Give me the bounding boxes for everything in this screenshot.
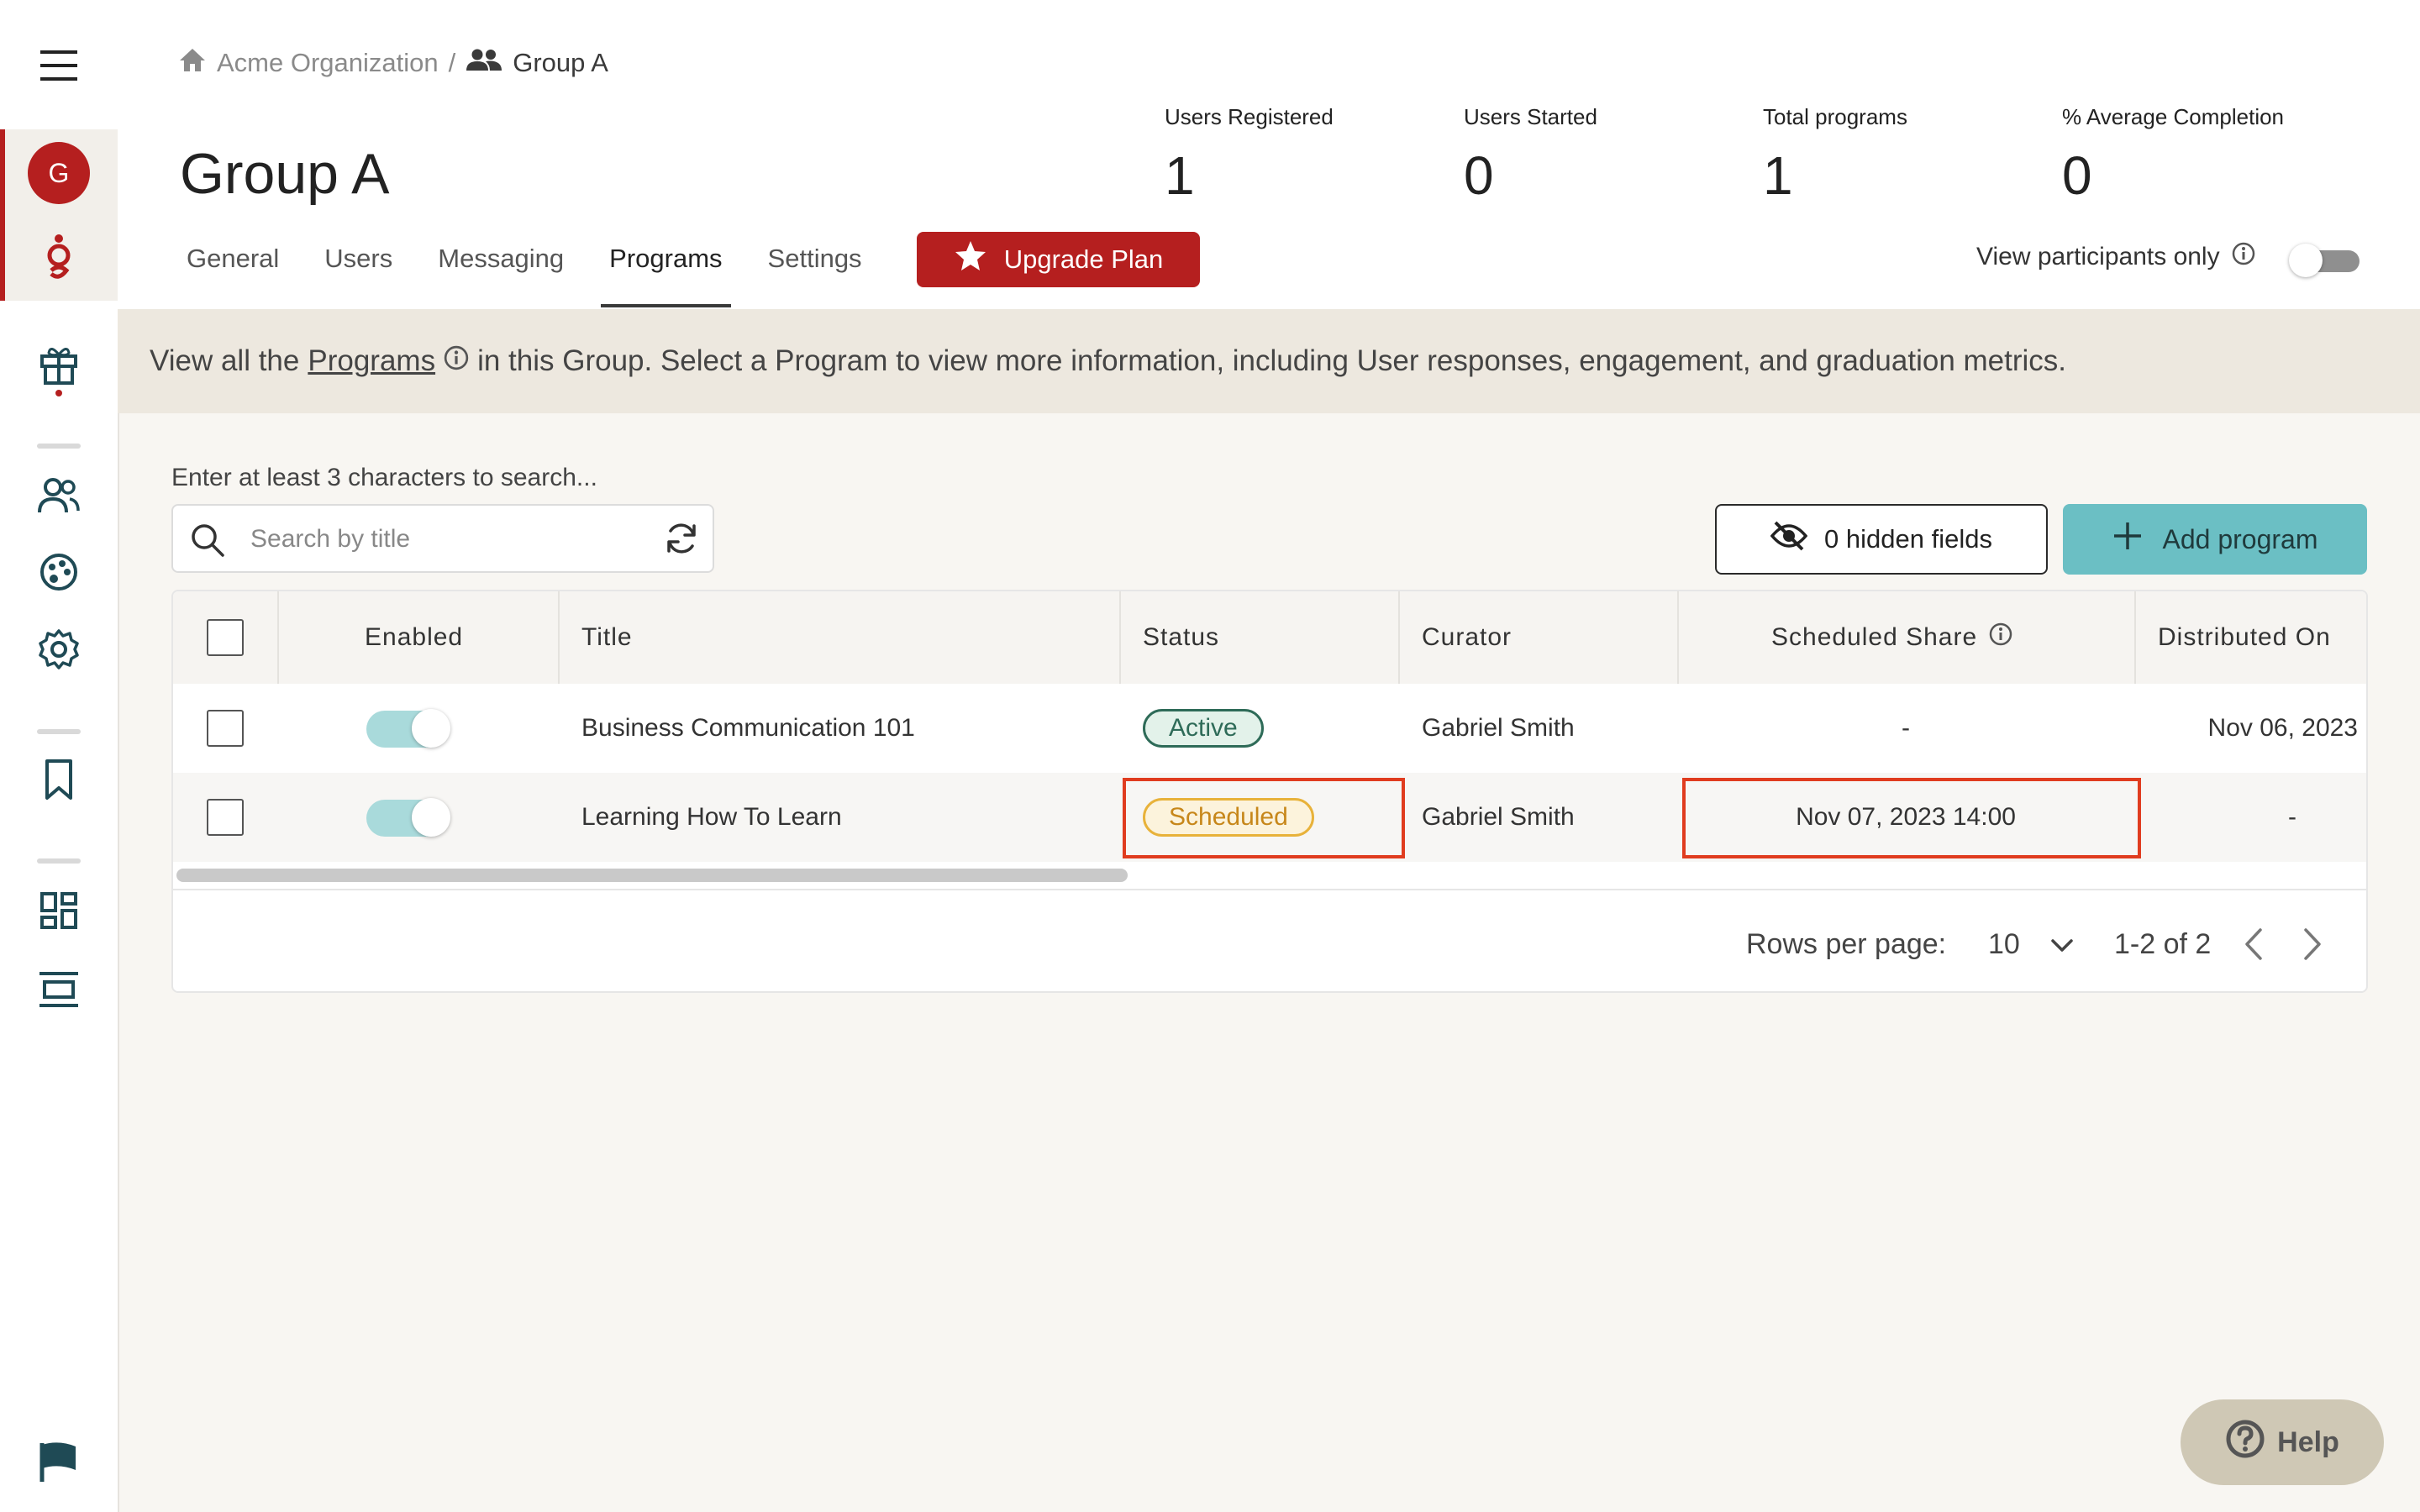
breadcrumb-org-link[interactable]: Acme Organization	[217, 48, 439, 78]
highlight-box-scheduled-share	[1682, 778, 2141, 858]
stat-total-programs-label: Total programs	[1763, 104, 1907, 129]
programs-link[interactable]: Programs	[308, 344, 435, 378]
horizontal-scrollbar[interactable]	[176, 869, 1128, 882]
banner-text-before: View all the	[150, 344, 300, 377]
tab-users[interactable]: Users	[324, 239, 392, 307]
group-icon	[466, 48, 502, 78]
table-header: Enabled Title Status Curator Scheduled S…	[173, 591, 2366, 684]
dashboard-icon[interactable]	[0, 887, 118, 934]
stat-average-completion-label: % Average Completion	[2062, 104, 2285, 129]
chevron-down-icon	[2050, 928, 2074, 961]
row-checkbox[interactable]	[207, 799, 244, 836]
info-icon[interactable]	[1989, 622, 2012, 653]
breadcrumb-current: Group A	[513, 48, 608, 77]
sidebar-divider	[37, 729, 81, 734]
program-title[interactable]: Learning How To Learn	[581, 773, 842, 862]
search-hint: Enter at least 3 characters to search...	[171, 464, 597, 491]
select-all-checkbox[interactable]	[207, 619, 244, 656]
tab-general[interactable]: General	[187, 239, 279, 307]
palette-icon[interactable]	[0, 546, 118, 598]
brand-logo-icon[interactable]	[0, 232, 118, 282]
column-header-title[interactable]: Title	[581, 591, 633, 684]
breadcrumb: Acme Organization / Group A	[178, 44, 608, 82]
column-header-scheduled-share[interactable]: Scheduled Share	[1771, 591, 2012, 684]
stat-total-programs-value: 1	[1763, 145, 1793, 206]
search-icon	[190, 522, 225, 562]
distributed-on-value: Nov 06, 2023	[2207, 714, 2358, 742]
curator-name: Gabriel Smith	[1422, 714, 1575, 742]
column-header-distributed-on[interactable]: Distributed On	[2158, 591, 2331, 684]
banner-text-after: in this Group. Select a Program to view …	[477, 344, 2067, 377]
upgrade-plan-button[interactable]: Upgrade Plan	[917, 232, 1200, 287]
help-question-icon	[2225, 1419, 2265, 1467]
enabled-toggle[interactable]	[366, 707, 450, 749]
program-title[interactable]: Business Communication 101	[581, 684, 915, 773]
tab-messaging[interactable]: Messaging	[438, 239, 564, 307]
stat-users-registered-label: Users Registered	[1165, 104, 1334, 129]
users-icon[interactable]	[0, 470, 118, 521]
curator-name: Gabriel Smith	[1422, 803, 1575, 831]
hidden-fields-button[interactable]: 0 hidden fields	[1715, 504, 2048, 575]
menu-icon[interactable]	[0, 37, 118, 94]
avatar: G	[28, 142, 90, 204]
info-banner: View all the Programs in this Group. Sel…	[118, 309, 2420, 413]
rows-per-page-value: 10	[1988, 927, 2020, 960]
gift-icon[interactable]	[0, 336, 118, 403]
info-icon[interactable]	[2232, 242, 2255, 272]
rows-per-page-select[interactable]: 10	[1988, 919, 2074, 969]
star-icon	[954, 240, 987, 279]
upgrade-plan-label: Upgrade Plan	[1003, 244, 1164, 274]
scheduled-share-value: -	[1902, 714, 1910, 742]
column-header-status[interactable]: Status	[1143, 591, 1219, 684]
add-program-label: Add program	[2162, 523, 2318, 554]
view-participants-text: View participants only	[1976, 243, 2220, 270]
eye-off-icon	[1770, 521, 1808, 558]
add-program-button[interactable]: Add program	[2063, 504, 2367, 575]
sidebar-divider	[37, 444, 81, 449]
sidebar-avatar[interactable]: G	[0, 141, 118, 205]
info-icon[interactable]	[444, 344, 469, 378]
stat-average-completion-value: 0	[2062, 145, 2092, 206]
distributed-on-value: -	[2288, 803, 2296, 831]
plus-icon	[2112, 521, 2143, 558]
refresh-icon[interactable]	[664, 521, 699, 560]
stat-users-started-label: Users Started	[1464, 104, 1597, 129]
breadcrumb-separator: /	[448, 48, 456, 77]
search-input[interactable]	[249, 521, 622, 558]
help-label: Help	[2277, 1425, 2339, 1458]
programs-table: Enabled Title Status Curator Scheduled S…	[171, 590, 2368, 993]
select-all-cell	[207, 591, 244, 684]
tab-settings[interactable]: Settings	[768, 239, 862, 307]
status-badge: Active	[1143, 709, 1264, 748]
flag-icon[interactable]	[0, 1438, 118, 1487]
pagination-range: 1-2 of 2	[2114, 927, 2212, 960]
help-button[interactable]: Help	[2181, 1399, 2384, 1485]
previous-page-icon[interactable]	[2244, 919, 2264, 969]
view-participants-toggle[interactable]	[2289, 244, 2360, 277]
tab-bar: General Users Messaging Programs Setting…	[187, 239, 908, 311]
home-icon[interactable]	[178, 47, 207, 79]
enabled-toggle[interactable]	[366, 796, 450, 838]
search-box	[171, 504, 714, 573]
next-page-icon[interactable]	[2302, 919, 2323, 969]
tab-programs[interactable]: Programs	[601, 239, 731, 307]
table-row[interactable]: Business Communication 101 Active Gabrie…	[173, 684, 2366, 773]
column-header-scheduled-share-label: Scheduled Share	[1771, 623, 1978, 651]
column-header-enabled[interactable]: Enabled	[365, 591, 463, 684]
stat-users-started-value: 0	[1464, 145, 1494, 206]
row-checkbox[interactable]	[207, 710, 244, 747]
sidebar-divider	[37, 858, 81, 864]
stat-users-registered-value: 1	[1165, 145, 1195, 206]
sidebar: G	[0, 0, 119, 1512]
column-header-curator[interactable]: Curator	[1422, 591, 1512, 684]
hidden-fields-label: 0 hidden fields	[1824, 524, 1992, 554]
layout-icon[interactable]	[0, 966, 118, 1013]
rows-per-page-label: Rows per page:	[1746, 927, 1947, 960]
page-title: Group A	[180, 142, 390, 206]
bookmark-icon[interactable]	[0, 753, 118, 806]
settings-gear-icon[interactable]	[0, 623, 118, 675]
highlight-box-status	[1123, 778, 1405, 858]
view-participants-label: View participants only	[1976, 242, 2255, 272]
